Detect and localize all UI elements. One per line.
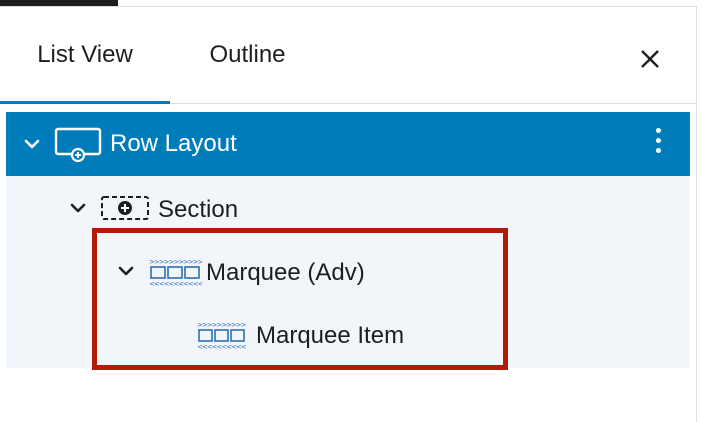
right-divider	[696, 6, 697, 422]
tree-item-label: Section	[158, 196, 239, 223]
tree-item-label: Row Layout	[110, 130, 237, 157]
svg-text:<<<<<<<<<<: <<<<<<<<<<	[197, 343, 247, 350]
row-layout-icon	[54, 127, 102, 162]
options-button[interactable]	[646, 124, 670, 164]
tree-item-row-layout[interactable]: Row Layout	[6, 112, 690, 176]
svg-text:<<<<<<<<<<<: <<<<<<<<<<<	[149, 280, 202, 287]
tree-item-marquee-item[interactable]: >>>>>>>>>> <<<<<<<<<< Marquee Item	[6, 304, 690, 366]
marquee-item-icon: >>>>>>>>>> <<<<<<<<<<	[197, 321, 248, 350]
chevron-down-icon[interactable]	[22, 134, 42, 154]
more-vertical-icon	[646, 128, 670, 153]
svg-text:>>>>>>>>>>>: >>>>>>>>>>>	[149, 258, 202, 266]
close-button[interactable]	[628, 37, 672, 81]
marquee-icon: >>>>>>>>>>> <<<<<<<<<<<	[149, 258, 202, 287]
tree-item-label: Marquee Item	[256, 322, 405, 349]
close-icon	[641, 50, 659, 68]
list-view-panel: List View Outline Row Layout Section >>>…	[0, 0, 702, 422]
section-icon	[101, 196, 149, 220]
svg-text:>>>>>>>>>>: >>>>>>>>>>	[197, 321, 247, 329]
tree-item-section[interactable]: Section	[6, 178, 690, 240]
chevron-down-icon[interactable]	[68, 198, 88, 218]
panel-tabs: List View Outline	[0, 7, 696, 104]
tree-item-label: Marquee (Adv)	[206, 259, 365, 286]
block-tree: Row Layout Section >>>>>>>>>>> <<<<<<<<<…	[6, 112, 690, 368]
tree-item-marquee-adv[interactable]: >>>>>>>>>>> <<<<<<<<<<< Marquee (Adv)	[6, 241, 690, 303]
tab-list-view[interactable]: List View	[0, 7, 170, 104]
tab-outline[interactable]: Outline	[185, 7, 310, 103]
chevron-down-icon[interactable]	[116, 261, 136, 281]
